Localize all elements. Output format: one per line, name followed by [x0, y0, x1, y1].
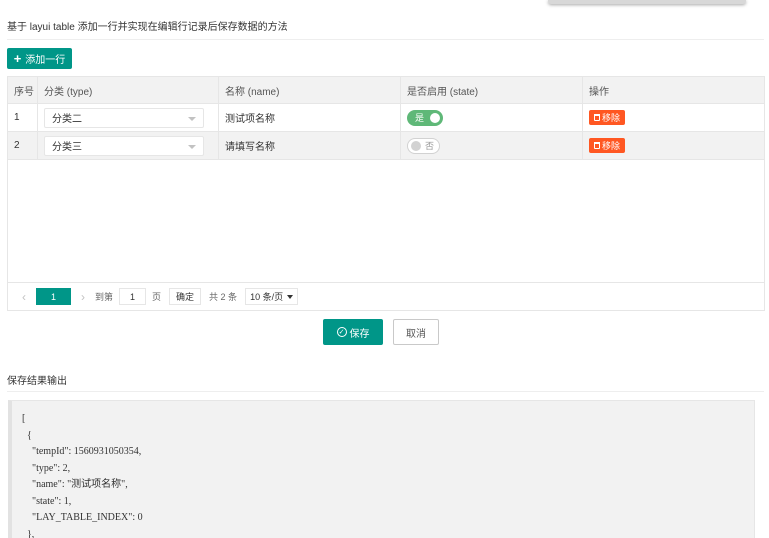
page-title: 基于 layui table 添加一行并实现在编辑行记录后保存数据的方法	[7, 22, 288, 33]
trash-icon	[593, 142, 600, 149]
remove-label: 移除	[601, 113, 620, 123]
remove-button[interactable]: 移除	[589, 110, 625, 125]
column-header-index[interactable]: 序号	[8, 77, 38, 103]
plus-icon: +	[13, 51, 22, 66]
column-header-actions[interactable]: 操作	[583, 77, 764, 103]
column-header-type[interactable]: 分类 (type)	[38, 77, 219, 103]
state-switch-label: 是	[415, 113, 425, 123]
page-size-value: 10 条/页	[250, 292, 284, 302]
data-table: 序号 分类 (type) 名称 (name) 是否启用 (state) 操作 1…	[7, 76, 765, 311]
add-row-button[interactable]: + 添加一行	[7, 48, 72, 69]
next-page-icon[interactable]: ›	[75, 290, 91, 304]
cancel-button[interactable]: 取消	[393, 319, 439, 345]
output-code-block: [ { "tempId": 1560931050354, "type": 2, …	[8, 400, 755, 538]
column-header-name[interactable]: 名称 (name)	[219, 77, 401, 103]
type-select-value: 分类三	[52, 142, 82, 153]
pagination: ‹ 1 › 到第 1 页 确定 共 2 条 10 条/页	[8, 282, 764, 310]
trash-icon	[593, 114, 600, 121]
table-row[interactable]: 1 分类二 测试项名称 是 移除	[8, 104, 764, 132]
type-cell: 分类三	[38, 132, 219, 159]
table-row[interactable]: 2 分类三 请填写名称 否 移除	[8, 132, 764, 160]
action-cell: 移除	[583, 132, 764, 159]
output-title: 保存结果输出	[7, 376, 67, 387]
check-circle-icon: ✓	[336, 327, 347, 337]
state-cell: 是	[401, 104, 583, 131]
add-row-label: 添加一行	[25, 55, 66, 66]
window-shadow	[548, 0, 746, 4]
switch-knob	[430, 112, 440, 123]
type-cell: 分类二	[38, 104, 219, 131]
prev-page-icon[interactable]: ‹	[16, 290, 32, 304]
row-index: 1	[8, 104, 38, 131]
goto-label: 到第	[95, 292, 114, 302]
table-header: 序号 分类 (type) 名称 (name) 是否启用 (state) 操作	[8, 77, 764, 104]
type-select[interactable]: 分类二	[44, 107, 204, 128]
switch-knob	[411, 140, 421, 151]
caret-down-icon	[188, 116, 196, 121]
page-unit-label: 页	[152, 292, 162, 302]
name-cell[interactable]: 测试项名称	[219, 104, 401, 131]
page-size-select[interactable]: 10 条/页	[245, 288, 299, 305]
save-button[interactable]: ✓ 保存	[323, 319, 383, 345]
divider	[7, 39, 764, 40]
goto-confirm-button[interactable]: 确定	[169, 288, 202, 305]
type-select-value: 分类二	[52, 114, 82, 125]
remove-label: 移除	[601, 141, 620, 151]
save-label: 保存	[349, 328, 370, 340]
divider	[7, 391, 764, 392]
row-index: 2	[8, 132, 38, 159]
column-header-state[interactable]: 是否启用 (state)	[401, 77, 583, 103]
total-count: 共 2 条	[209, 292, 238, 302]
state-switch[interactable]: 否	[407, 137, 440, 154]
state-switch[interactable]: 是	[407, 109, 443, 126]
caret-down-icon	[287, 294, 294, 299]
current-page[interactable]: 1	[36, 288, 71, 305]
caret-down-icon	[188, 144, 196, 149]
state-switch-label: 否	[425, 141, 435, 151]
action-cell: 移除	[583, 104, 764, 131]
type-select[interactable]: 分类三	[44, 135, 204, 156]
name-cell[interactable]: 请填写名称	[219, 132, 401, 159]
remove-button[interactable]: 移除	[589, 138, 625, 153]
state-cell: 否	[401, 132, 583, 159]
goto-page-input[interactable]: 1	[119, 288, 147, 305]
